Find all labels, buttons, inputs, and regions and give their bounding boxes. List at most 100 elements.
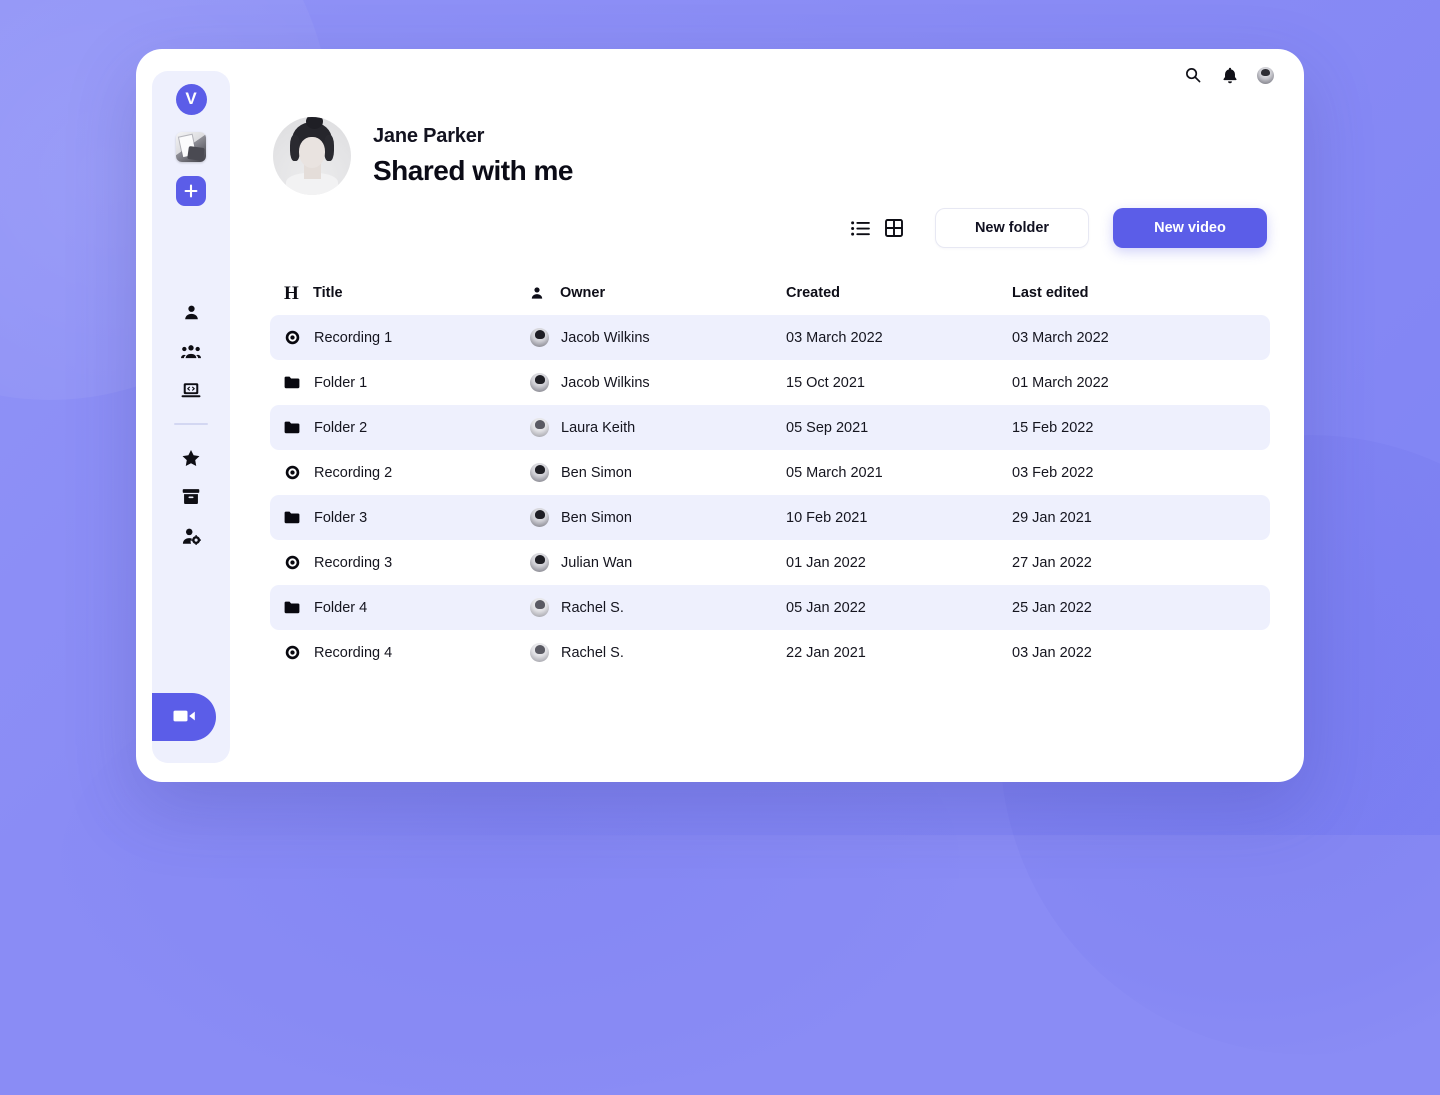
search-icon[interactable] [1183,65,1203,85]
table-row[interactable]: Folder 3 Ben Simon 10 Feb 2021 29 Jan 2021 [270,495,1270,540]
owner-name: Rachel S. [561,599,624,616]
owner-name: Ben Simon [561,464,632,481]
sidebar-item-my-videos[interactable] [152,293,230,332]
file-title: Recording 1 [314,329,393,346]
sidebar-divider [174,423,208,425]
cell-owner[interactable]: Jacob Wilkins [530,328,786,347]
column-header-last-edited[interactable]: Last edited [1012,285,1232,301]
cell-last-edited: 03 Jan 2022 [1012,644,1092,661]
owner-name: Jacob Wilkins [561,329,650,346]
folder-icon [284,375,300,391]
plus-icon-button[interactable] [176,175,206,206]
new-folder-button[interactable]: New folder [935,208,1089,248]
video-camera-icon [173,708,196,727]
cell-last-edited: 01 March 2022 [1012,374,1109,391]
sidebar-logo[interactable]: V [152,71,230,127]
table-row[interactable]: Recording 1 Jacob Wilkins 03 March 2022 03 … [270,315,1270,360]
cell-owner[interactable]: Rachel S. [530,598,786,617]
cell-title[interactable]: Folder 4 [284,600,530,616]
owner-name: Rachel S. [561,644,624,661]
people-group-icon [181,343,201,360]
sidebar-item-manage-users[interactable] [152,516,230,555]
cell-last-edited: 27 Jan 2022 [1012,554,1092,571]
cell-owner[interactable]: Rachel S. [530,643,786,662]
heading-h-icon: H [284,282,299,304]
owner-avatar [530,643,549,662]
owner-avatar [530,508,549,527]
file-title: Recording 3 [314,554,393,571]
page-title: Shared with me [373,155,573,186]
bell-icon[interactable] [1220,65,1240,85]
cell-created: 10 Feb 2021 [786,509,868,526]
toolbar: New folder New video [843,208,1267,248]
cell-created: 05 March 2021 [786,464,883,481]
page-header: Jane Parker Shared with me [273,117,573,195]
column-header-title[interactable]: H Title [284,284,530,303]
topbar [1183,65,1274,85]
owner-avatar [530,418,549,437]
cell-owner[interactable]: Ben Simon [530,463,786,482]
sidebar: V [152,71,230,763]
cell-created: 03 March 2022 [786,329,883,346]
cell-title[interactable]: Recording 2 [284,465,530,481]
table-row[interactable]: Folder 1 Jacob Wilkins 15 Oct 2021 01 March… [270,360,1270,405]
sidebar-item-team[interactable] [152,332,230,371]
cell-created: 15 Oct 2021 [786,374,865,391]
profile-avatar[interactable] [273,117,351,195]
owner-avatar [530,463,549,482]
cell-last-edited: 15 Feb 2022 [1012,419,1094,436]
column-header-created[interactable]: Created [786,285,1012,301]
column-header-owner-label: Owner [560,285,606,301]
folder-icon [284,510,300,526]
sidebar-item-archive[interactable] [152,477,230,516]
page-header-text: Jane Parker Shared with me [373,125,573,187]
cell-owner[interactable]: Laura Keith [530,418,786,437]
table-header-row: H Title Owner Created Last edited [270,271,1270,315]
table-row[interactable]: Recording 3 Julian Wan 01 Jan 2022 27 Jan 2… [270,540,1270,585]
sidebar-item-favorites[interactable] [152,438,230,477]
table-row[interactable]: Recording 2 Ben Simon 05 March 2021 03 Feb … [270,450,1270,495]
archive-box-icon [182,488,200,505]
table-row[interactable]: Folder 4 Rachel S. 05 Jan 2022 25 Jan 2022 [270,585,1270,630]
sidebar-add [152,167,230,214]
table-row[interactable]: Folder 2 Laura Keith 05 Sep 2021 15 Feb 202… [270,405,1270,450]
owner-avatar [530,328,549,347]
file-title: Folder 3 [314,509,368,526]
table-row[interactable]: Recording 4 Rachel S. 22 Jan 2021 03 Jan 20… [270,630,1270,675]
app-window: V Jane Parker Shared with me New folder … [136,49,1304,782]
owner-avatar [530,373,549,392]
cell-title[interactable]: Folder 3 [284,510,530,526]
file-table: H Title Owner Created Last edited Record… [270,271,1270,675]
cell-owner[interactable]: Julian Wan [530,553,786,572]
column-header-owner[interactable]: Owner [530,285,786,301]
sidebar-item-embeds[interactable] [152,371,230,410]
sidebar-nav [152,293,230,555]
workspace-photo-thumbnail-icon [176,132,206,162]
column-header-title-label: Title [313,285,343,301]
file-title: Folder 4 [314,599,368,616]
cell-title[interactable]: Folder 1 [284,375,530,391]
owner-avatar [530,598,549,617]
record-video-button[interactable] [152,693,216,741]
recording-icon [284,645,300,661]
grid-view-icon[interactable] [877,211,911,245]
cell-owner[interactable]: Jacob Wilkins [530,373,786,392]
file-title: Folder 1 [314,374,368,391]
person-icon [183,304,200,321]
folder-icon [284,600,300,616]
cell-title[interactable]: Folder 2 [284,420,530,436]
laptop-code-icon [181,382,201,399]
new-video-button[interactable]: New video [1113,208,1267,248]
owner-avatar [530,553,549,572]
owner-name: Julian Wan [561,554,633,571]
sidebar-top-group: V [152,71,230,214]
cell-title[interactable]: Recording 4 [284,645,530,661]
sidebar-workspace-switcher[interactable] [152,127,230,167]
cell-title[interactable]: Recording 3 [284,555,530,571]
cell-owner[interactable]: Ben Simon [530,508,786,527]
file-title: Recording 2 [314,464,393,481]
cell-last-edited: 03 Feb 2022 [1012,464,1094,481]
user-avatar[interactable] [1257,66,1274,84]
cell-title[interactable]: Recording 1 [284,330,530,346]
list-view-icon[interactable] [843,211,877,245]
